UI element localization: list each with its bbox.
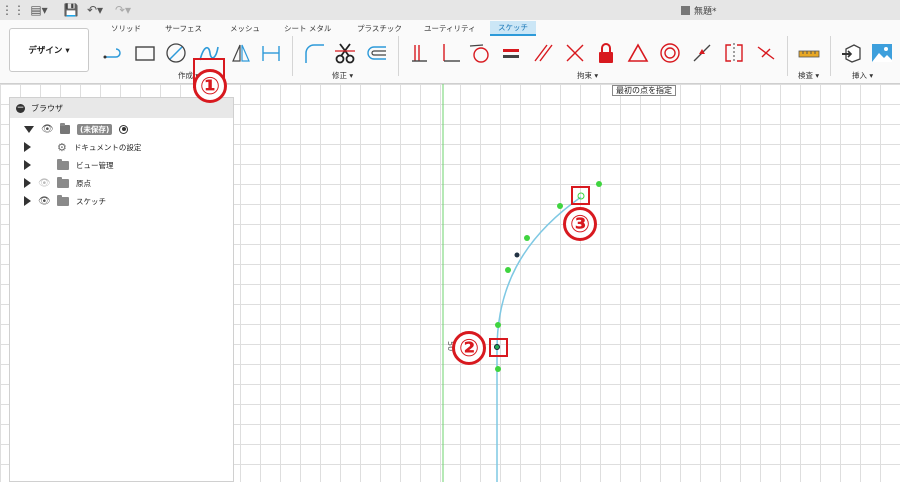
expand-right-icon[interactable] — [24, 160, 31, 170]
callout-3: ③ — [563, 207, 597, 241]
separator — [398, 36, 399, 76]
tab-mesh[interactable]: メッシュ — [230, 23, 260, 34]
control-point[interactable] — [596, 181, 602, 187]
root-component-label: (未保存) — [77, 123, 113, 135]
midpoint-constraint-icon[interactable] — [688, 39, 716, 67]
group-label-insert[interactable]: 挿入 ▾ — [852, 70, 873, 81]
visibility-eye-icon[interactable]: 👁 — [38, 196, 51, 207]
fit-point[interactable] — [514, 252, 520, 258]
browser-item-label: ビュー管理 — [76, 160, 114, 170]
insert-derive-icon[interactable] — [838, 39, 866, 67]
control-point[interactable] — [495, 322, 501, 328]
trim-scissors-icon[interactable] — [331, 39, 359, 67]
document-title: 無題* — [681, 4, 717, 17]
workspace-design-button[interactable]: デザイン ▾ — [9, 28, 89, 72]
browser-item-label: ドキュメントの設定 — [73, 142, 142, 152]
control-point[interactable] — [495, 366, 501, 372]
browser-item-label: スケッチ — [76, 196, 106, 206]
folder-icon — [57, 194, 69, 206]
browser-item-document-settings[interactable]: 👁 ⚙ ドキュメントの設定 — [24, 140, 141, 154]
cube-icon — [681, 6, 690, 15]
redo-icon[interactable]: ↷▾ — [114, 2, 132, 18]
tab-sheet-metal[interactable]: シート メタル — [284, 23, 331, 34]
horizontal-vertical-constraint-icon[interactable] — [561, 39, 589, 67]
browser-item-label: 原点 — [76, 178, 91, 188]
expand-right-icon[interactable] — [24, 196, 31, 206]
rectangle-tool-icon[interactable] — [131, 39, 159, 67]
tab-plastic[interactable]: プラスチック — [357, 23, 402, 34]
tab-sketch[interactable]: スケッチ — [490, 21, 536, 36]
visibility-eye-icon[interactable]: 👁 — [41, 124, 54, 135]
folder-icon — [57, 176, 69, 188]
undo-icon[interactable]: ↶▾ — [86, 2, 104, 18]
concentric-constraint-icon[interactable] — [656, 39, 684, 67]
offset-tool-icon[interactable] — [362, 39, 390, 67]
callout-1: ① — [193, 69, 227, 103]
control-point[interactable] — [557, 203, 563, 209]
ribbon-toolbar: ソリッド サーフェス メッシュ シート メタル プラスチック ユーティリティ ス… — [0, 20, 900, 88]
browser-panel: − ブラウザ 👁 (未保存) 👁 ⚙ ドキュメントの設定 👁 ビュー管理 👁 原… — [9, 97, 234, 482]
gear-icon: ⚙ — [57, 140, 67, 154]
folder-icon — [57, 158, 69, 170]
mirror-tool-icon[interactable] — [227, 39, 255, 67]
browser-item-sketches[interactable]: 👁 スケッチ — [24, 194, 106, 208]
browser-item-origin[interactable]: 👁 原点 — [24, 176, 91, 190]
tab-surface[interactable]: サーフェス — [165, 23, 202, 34]
dimension-tool-icon[interactable] — [257, 39, 285, 67]
visibility-eye-icon[interactable]: 👁 — [38, 178, 51, 189]
measure-ruler-icon[interactable] — [795, 39, 823, 67]
line-tool-icon[interactable] — [100, 39, 128, 67]
fit-point[interactable] — [494, 344, 500, 350]
circle-tool-icon[interactable] — [162, 39, 190, 67]
active-radio-icon[interactable] — [119, 124, 129, 134]
group-label-constraints[interactable]: 拘束 ▾ — [577, 70, 598, 81]
browser-item-named-views[interactable]: 👁 ビュー管理 — [24, 158, 114, 172]
perpendicular-constraint-icon[interactable] — [436, 39, 464, 67]
end-point[interactable] — [577, 192, 585, 200]
group-label-modify[interactable]: 修正 ▾ — [332, 70, 353, 81]
separator — [787, 36, 788, 76]
component-icon — [60, 122, 70, 134]
control-point[interactable] — [524, 235, 530, 241]
browser-title: ブラウザ — [31, 103, 63, 113]
tab-solid[interactable]: ソリッド — [111, 23, 141, 34]
title-bar: ⋮⋮ ▤▾ 💾 ↶▾ ↷▾ 無題* — [0, 0, 900, 20]
callout-2: ② — [452, 331, 486, 365]
parallel-constraint-icon[interactable] — [529, 39, 557, 67]
expand-right-icon[interactable] — [24, 142, 31, 152]
tab-utility[interactable]: ユーティリティ — [424, 23, 476, 34]
browser-header[interactable]: − ブラウザ — [10, 98, 233, 118]
equal-constraint-icon[interactable] — [497, 39, 525, 67]
insert-image-icon[interactable] — [868, 39, 896, 67]
spline-curve[interactable] — [496, 196, 582, 482]
separator — [830, 36, 831, 76]
curvature-constraint-icon[interactable] — [752, 39, 780, 67]
collapse-icon[interactable]: − — [16, 103, 25, 113]
browser-root-row[interactable]: 👁 (未保存) — [24, 122, 129, 136]
separator — [292, 36, 293, 76]
app-grid-icon[interactable]: ⋮⋮ — [1, 2, 25, 18]
fillet-tool-icon[interactable] — [300, 39, 328, 67]
file-menu-icon[interactable]: ▤▾ — [30, 2, 48, 18]
coincident-constraint-icon[interactable] — [405, 39, 433, 67]
save-icon[interactable]: 💾 — [62, 2, 80, 18]
fix-lock-icon[interactable] — [592, 39, 620, 67]
triangle-constraint-icon[interactable] — [624, 39, 652, 67]
group-label-inspect[interactable]: 検査 ▾ — [798, 70, 819, 81]
tangent-constraint-icon[interactable] — [466, 39, 494, 67]
command-prompt: 最初の点を指定 — [612, 85, 676, 96]
expand-down-icon[interactable] — [24, 125, 34, 133]
document-title-text: 無題* — [694, 7, 717, 17]
expand-right-icon[interactable] — [24, 178, 31, 188]
symmetry-constraint-icon[interactable] — [720, 39, 748, 67]
control-point[interactable] — [505, 267, 511, 273]
